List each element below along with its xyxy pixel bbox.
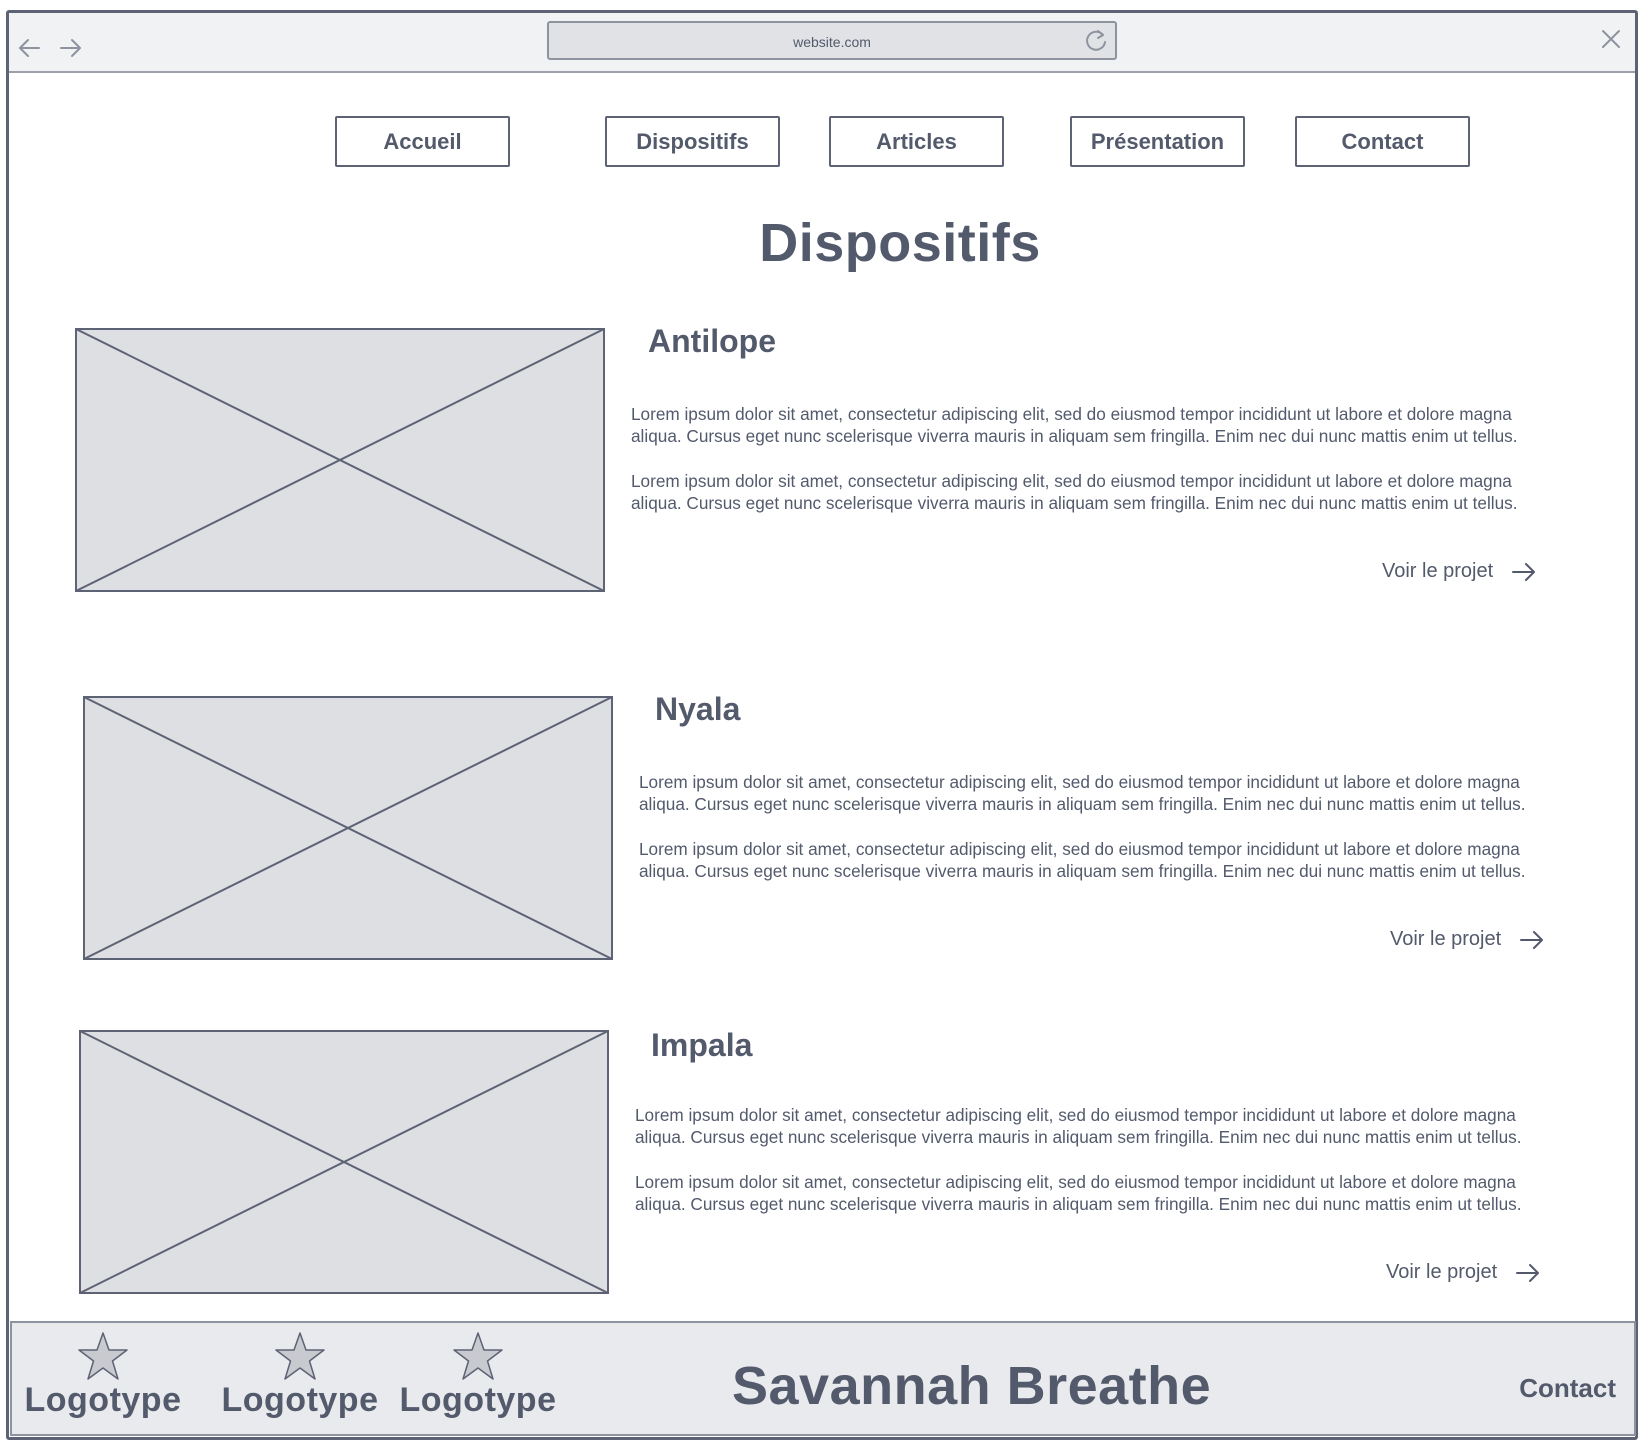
- star-icon: [453, 1332, 503, 1380]
- brand-name: Savannah Breathe: [732, 1356, 1212, 1416]
- view-project-label: Voir le projet: [1386, 1261, 1498, 1283]
- back-arrow-icon[interactable]: [15, 33, 45, 63]
- footer-logo[interactable]: Logotype: [393, 1331, 563, 1420]
- card-title: Impala: [651, 1027, 753, 1063]
- card-paragraph: Lorem ipsum dolor sit amet, consectetur …: [639, 839, 1526, 881]
- nav-accueil-button[interactable]: Accueil: [335, 116, 510, 167]
- reload-icon[interactable]: [1081, 26, 1111, 56]
- card-paragraph: Lorem ipsum dolor sit amet, consectetur …: [635, 1105, 1522, 1147]
- close-icon[interactable]: [1599, 27, 1623, 51]
- view-project-link[interactable]: Voir le projet: [1386, 1261, 1541, 1284]
- logo-text: Logotype: [24, 1381, 182, 1419]
- image-placeholder: [83, 696, 613, 960]
- footer-logo[interactable]: Logotype: [215, 1331, 385, 1420]
- card-paragraph: Lorem ipsum dolor sit amet, consectetur …: [631, 404, 1518, 446]
- logo-text: Logotype: [221, 1381, 379, 1419]
- footer-logo[interactable]: Logotype: [18, 1331, 188, 1420]
- image-placeholder: [75, 328, 605, 592]
- address-bar[interactable]: website.com: [547, 21, 1117, 60]
- browser-toolbar: website.com: [9, 13, 1635, 73]
- footer: Logotype Logotype Logotype Savannah Brea…: [10, 1321, 1636, 1436]
- card-paragraph: Lorem ipsum dolor sit amet, consectetur …: [631, 471, 1518, 513]
- nav-presentation-button[interactable]: Présentation: [1070, 116, 1245, 167]
- arrow-right-icon: [1516, 1263, 1540, 1282]
- view-project-label: Voir le projet: [1382, 560, 1494, 582]
- nav-dispositifs-button[interactable]: Dispositifs: [605, 116, 780, 167]
- star-icon: [275, 1332, 325, 1380]
- footer-contact-link[interactable]: Contact: [1519, 1373, 1616, 1404]
- star-icon: [78, 1332, 128, 1380]
- view-project-label: Voir le projet: [1390, 928, 1502, 950]
- nav-articles-button[interactable]: Articles: [829, 116, 1004, 167]
- arrow-right-icon: [1520, 930, 1544, 949]
- card-paragraph: Lorem ipsum dolor sit amet, consectetur …: [635, 1172, 1522, 1214]
- logo-text: Logotype: [399, 1381, 557, 1419]
- url-text: website.com: [793, 34, 871, 50]
- image-placeholder: [79, 1030, 609, 1294]
- page-title: Dispositifs: [759, 213, 1041, 273]
- arrow-right-icon: [1512, 562, 1536, 581]
- view-project-link[interactable]: Voir le projet: [1390, 928, 1545, 951]
- view-project-link[interactable]: Voir le projet: [1382, 560, 1537, 583]
- card-title: Nyala: [655, 691, 741, 727]
- card-paragraph: Lorem ipsum dolor sit amet, consectetur …: [639, 772, 1526, 814]
- nav-contact-button[interactable]: Contact: [1295, 116, 1470, 167]
- card-title: Antilope: [648, 323, 776, 359]
- forward-arrow-icon[interactable]: [55, 33, 85, 63]
